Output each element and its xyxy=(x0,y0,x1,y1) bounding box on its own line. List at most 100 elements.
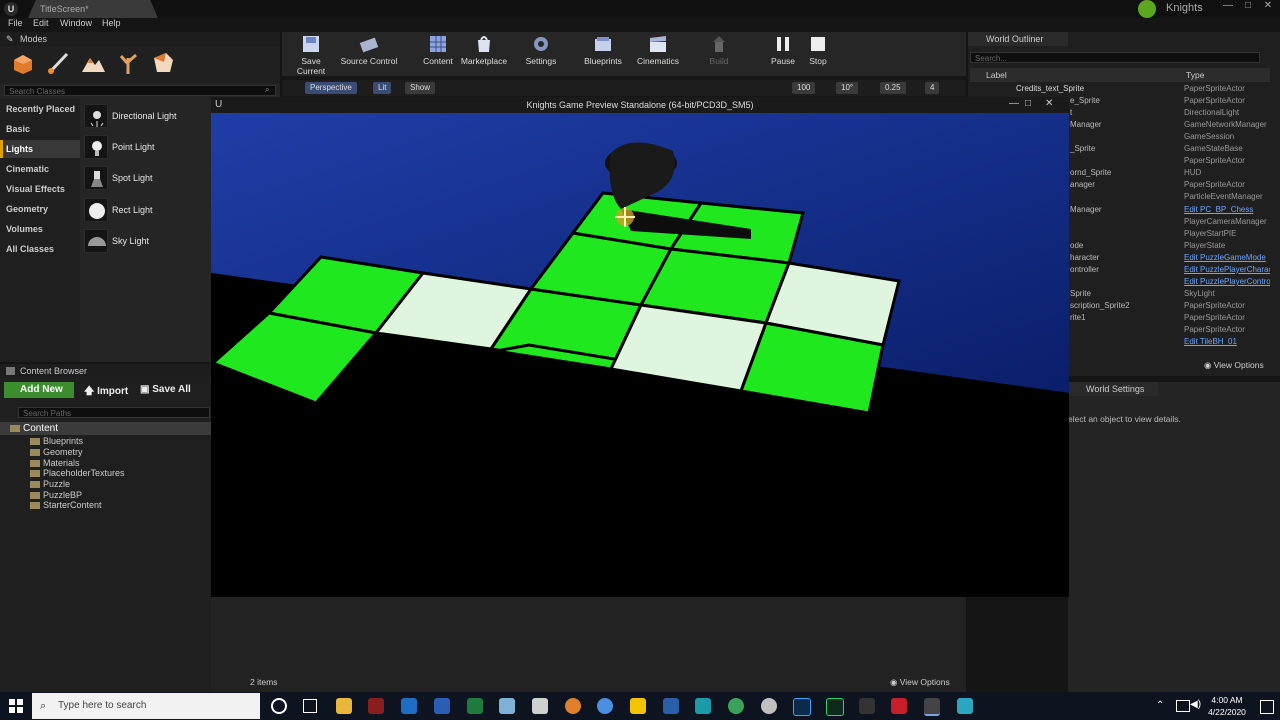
unreal-engine-icon[interactable] xyxy=(924,698,940,716)
app-icon-orange[interactable] xyxy=(565,698,581,714)
chrome-icon-2[interactable] xyxy=(761,698,777,714)
content-root-folder[interactable]: Content xyxy=(10,423,58,434)
windows-start-icon[interactable] xyxy=(9,699,23,713)
outliner-label-cell[interactable]: _Sprite xyxy=(1070,144,1095,156)
marketplace-button[interactable]: Marketplace xyxy=(460,34,508,66)
app-icon-c[interactable] xyxy=(891,698,907,714)
task-view-icon[interactable] xyxy=(303,699,317,713)
calculator-icon[interactable] xyxy=(532,698,548,714)
sticky-notes-icon[interactable] xyxy=(630,698,646,714)
outliner-label-cell[interactable]: ornd_Sprite xyxy=(1070,168,1111,180)
tray-chevron-icon[interactable]: ⌃ xyxy=(1156,700,1164,711)
outliner-label-cell[interactable]: anager xyxy=(1070,180,1095,192)
camera-speed-value[interactable]: 4 xyxy=(925,82,940,94)
blueprints-button[interactable]: Blueprints xyxy=(582,34,624,66)
show-button[interactable]: Show xyxy=(405,82,436,94)
category-visual-effects[interactable]: Visual Effects xyxy=(0,180,80,198)
outliner-label-cell[interactable]: t xyxy=(1070,108,1072,120)
animate-icon[interactable] xyxy=(826,698,844,716)
add-new-button[interactable]: Add New xyxy=(4,382,74,398)
search-classes-input[interactable]: Search Classes xyxy=(4,85,276,96)
save-all-button[interactable]: ▣ Save All xyxy=(140,384,191,395)
app-icon-blue[interactable] xyxy=(663,698,679,714)
level-tab[interactable]: TitleScreen* xyxy=(28,0,158,18)
scale-snap-value[interactable]: 0.25 xyxy=(880,82,906,94)
outliner-search-input[interactable]: Search... xyxy=(970,52,1260,63)
outliner-label-cell[interactable]: rite1 xyxy=(1070,313,1086,325)
outliner-type-cell[interactable]: Edit PC_BP_Chess xyxy=(1184,205,1270,217)
outliner-label-cell[interactable]: e_Sprite xyxy=(1070,96,1100,108)
photoshop-icon[interactable] xyxy=(793,698,811,716)
label-column-header[interactable]: Label xyxy=(986,70,1007,80)
folder-materials[interactable]: Materials xyxy=(30,458,80,468)
category-volumes[interactable]: Volumes xyxy=(0,220,80,238)
outliner-type-cell[interactable]: Edit PuzzlePlayerCharacter xyxy=(1184,265,1270,277)
outliner-label-cell[interactable]: haracter xyxy=(1070,253,1099,265)
close-icon[interactable]: ✕ xyxy=(1258,0,1278,14)
settings-button[interactable]: Settings xyxy=(524,34,558,66)
world-outliner-tab[interactable]: World Outliner xyxy=(968,32,1068,46)
app-icon-paper[interactable] xyxy=(499,698,515,714)
outliner-label-cell[interactable]: Manager xyxy=(1070,205,1102,217)
excel-icon[interactable] xyxy=(467,698,483,714)
folder-placeholder-textures[interactable]: PlaceholderTextures xyxy=(30,468,125,478)
category-geometry[interactable]: Geometry xyxy=(0,200,80,218)
maximize-icon[interactable]: □ xyxy=(1238,0,1258,14)
save-current-button[interactable]: Save Current xyxy=(287,34,335,76)
menu-file[interactable]: File xyxy=(8,18,23,28)
folder-puzzlebp[interactable]: PuzzleBP xyxy=(30,490,82,500)
paint-mode-icon[interactable] xyxy=(45,50,71,76)
outliner-type-cell[interactable]: Edit PuzzleGameMode xyxy=(1184,253,1270,265)
folder-geometry[interactable]: Geometry xyxy=(30,447,83,457)
rotation-snap-value[interactable]: 10° xyxy=(836,82,859,94)
category-recently-placed[interactable]: Recently Placed xyxy=(0,100,80,118)
menu-window[interactable]: Window xyxy=(60,18,92,28)
word-icon[interactable] xyxy=(434,698,450,714)
place-mode-icon[interactable] xyxy=(10,50,36,76)
app-icon-dark[interactable] xyxy=(859,698,875,714)
folder-puzzle[interactable]: Puzzle xyxy=(30,479,70,489)
clock-date[interactable]: 4/22/2020 xyxy=(1204,707,1250,717)
app-icon-cyan[interactable] xyxy=(957,698,973,714)
network-icon[interactable] xyxy=(1176,700,1190,712)
outliner-label-cell[interactable]: ode xyxy=(1070,241,1083,253)
folder-starter-content[interactable]: StarterContent xyxy=(30,500,102,510)
outliner-view-options[interactable]: ◉ View Options xyxy=(1204,360,1264,371)
file-explorer-icon[interactable] xyxy=(336,698,352,714)
category-all-classes[interactable]: All Classes xyxy=(0,240,80,258)
source-control-button[interactable]: Source Control xyxy=(340,34,398,66)
maximize-icon[interactable]: □ xyxy=(1025,98,1039,109)
outliner-label-cell[interactable]: scription_Sprite2 xyxy=(1070,301,1130,313)
app-icon-green[interactable] xyxy=(728,698,744,714)
world-settings-tab[interactable]: World Settings xyxy=(1068,382,1158,396)
stop-button[interactable]: Stop xyxy=(805,34,831,66)
import-button[interactable]: 🡅 Import xyxy=(84,384,128,401)
outliner-label-cell[interactable]: Sprite xyxy=(1070,289,1091,301)
grid-snap-value[interactable]: 100 xyxy=(792,82,816,94)
foliage-mode-icon[interactable] xyxy=(115,50,141,76)
cinematics-button[interactable]: Cinematics xyxy=(636,34,680,66)
category-lights[interactable]: Lights xyxy=(0,140,80,158)
app-icon-red[interactable] xyxy=(368,698,384,714)
taskbar-search-input[interactable]: Type here to search xyxy=(32,693,260,719)
outliner-label-cell[interactable]: ontroller xyxy=(1070,265,1099,277)
outliner-first-row[interactable]: Credits_text_Sprite xyxy=(1016,84,1084,93)
pause-button[interactable]: Pause xyxy=(770,34,796,66)
chrome-icon[interactable] xyxy=(597,698,613,714)
category-basic[interactable]: Basic xyxy=(0,120,80,138)
category-cinematic[interactable]: Cinematic xyxy=(0,160,80,178)
landscape-mode-icon[interactable] xyxy=(80,50,106,76)
type-column-header[interactable]: Type xyxy=(1186,70,1204,80)
menu-help[interactable]: Help xyxy=(102,18,121,28)
search-paths-input[interactable]: Search Paths xyxy=(18,407,210,418)
outlook-icon[interactable] xyxy=(401,698,417,714)
outliner-type-cell[interactable]: Edit PuzzlePlayerController xyxy=(1184,277,1270,289)
minimize-icon[interactable]: — xyxy=(1009,98,1023,109)
game-preview-window[interactable]: Knights Game Preview Standalone (64-bit/… xyxy=(211,97,1069,597)
menu-edit[interactable]: Edit xyxy=(33,18,49,28)
minimize-icon[interactable]: — xyxy=(1218,0,1238,14)
outliner-type-cell[interactable]: Edit TileBH_01 xyxy=(1184,337,1270,349)
app-icon-teal[interactable] xyxy=(695,698,711,714)
close-icon[interactable]: ✕ xyxy=(1045,98,1059,109)
volume-icon[interactable]: ◀) xyxy=(1190,699,1201,710)
